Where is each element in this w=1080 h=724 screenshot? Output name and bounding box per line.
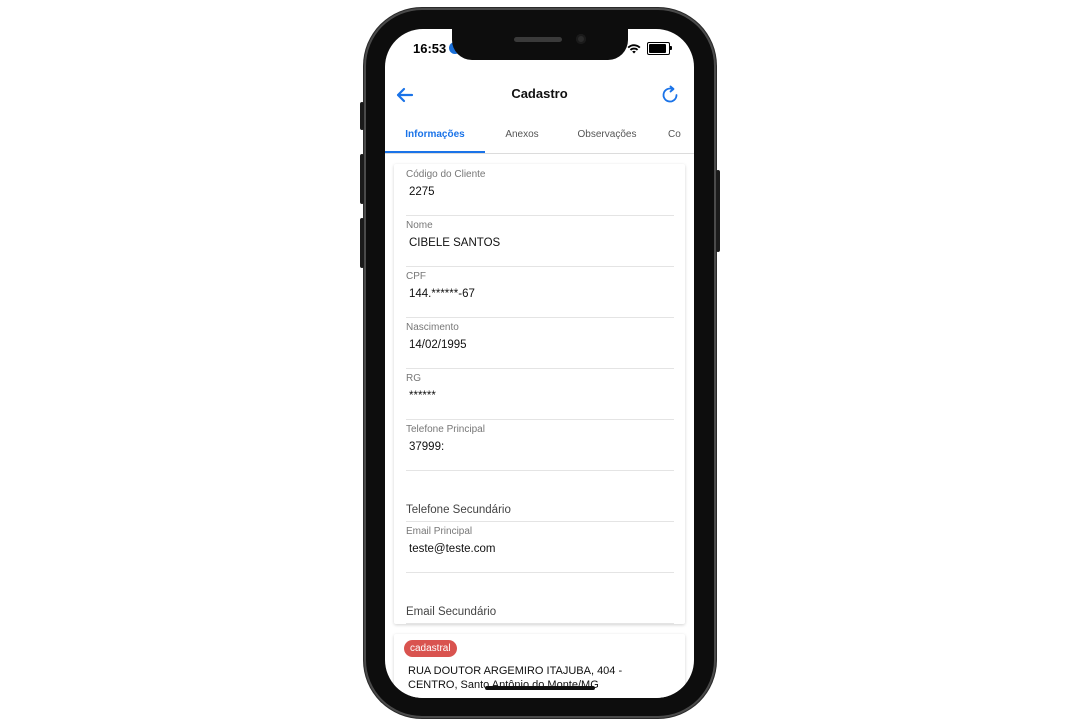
volume-up-button [360, 154, 364, 204]
field-email-secundario[interactable]: Email Secundário [406, 572, 674, 624]
volume-down-button [360, 218, 364, 268]
status-time: 16:53 [413, 41, 447, 56]
field-nascimento[interactable]: Nascimento 14/02/1995 [406, 317, 674, 369]
tab-anexos[interactable]: Anexos [485, 117, 559, 153]
field-value: 2275 [409, 186, 435, 198]
refresh-icon [662, 85, 678, 103]
field-nome[interactable]: Nome CIBELE SANTOS [406, 215, 674, 267]
tab-observacoes[interactable]: Observações [559, 117, 655, 153]
field-label: CPF [406, 271, 426, 282]
field-label: RG [406, 373, 421, 384]
page-title: Cadastro [511, 86, 568, 101]
speaker [514, 37, 562, 42]
notch [452, 29, 628, 60]
refresh-button[interactable] [658, 83, 682, 107]
tab-contatos[interactable]: Co [668, 117, 694, 153]
tab-informacoes[interactable]: Informações [385, 117, 485, 153]
field-value: teste@teste.com [409, 543, 496, 555]
field-label: Email Principal [406, 526, 473, 537]
field-value: 144.******-67 [409, 288, 475, 300]
tab-bar: Informações Anexos Observações Co [385, 117, 694, 154]
client-info-card: Código do Cliente 2275 Nome CIBELE SANTO… [394, 164, 685, 624]
address-line-1: RUA DOUTOR ARGEMIRO ITAJUBA, 404 - [408, 665, 623, 677]
field-value: 37999: [409, 441, 445, 453]
active-tab-indicator [385, 151, 485, 153]
battery-icon [647, 42, 672, 55]
field-placeholder: Telefone Secundário [406, 504, 511, 516]
phone-frame: 16:53 Cadastro Informações Anexos Observ… [360, 8, 720, 718]
field-value: ****** [409, 390, 436, 402]
field-rg[interactable]: RG ****** [406, 368, 674, 420]
status-icons [627, 42, 672, 55]
field-email-principal[interactable]: Email Principal teste@teste.com [406, 521, 674, 573]
field-label: Nascimento [406, 322, 459, 333]
power-button [716, 170, 720, 252]
home-indicator[interactable] [485, 686, 595, 690]
field-value: 14/02/1995 [409, 339, 467, 351]
front-camera [576, 34, 586, 44]
field-codigo-cliente[interactable]: Código do Cliente 2275 [406, 164, 674, 216]
field-label: Telefone Principal [406, 424, 485, 435]
field-label: Nome [406, 220, 433, 231]
field-value: CIBELE SANTOS [409, 237, 501, 249]
field-placeholder: Email Secundário [406, 606, 497, 618]
app-header: Cadastro [385, 73, 694, 119]
field-telefone-secundario[interactable]: Telefone Secundário [406, 470, 674, 522]
screen: 16:53 Cadastro Informações Anexos Observ… [385, 29, 694, 698]
field-telefone-principal[interactable]: Telefone Principal 37999: [406, 419, 674, 471]
address-type-badge: cadastral [404, 640, 457, 657]
field-cpf[interactable]: CPF 144.******-67 [406, 266, 674, 318]
field-label: Código do Cliente [406, 169, 486, 180]
wifi-icon [627, 44, 641, 54]
silent-switch [360, 102, 364, 130]
